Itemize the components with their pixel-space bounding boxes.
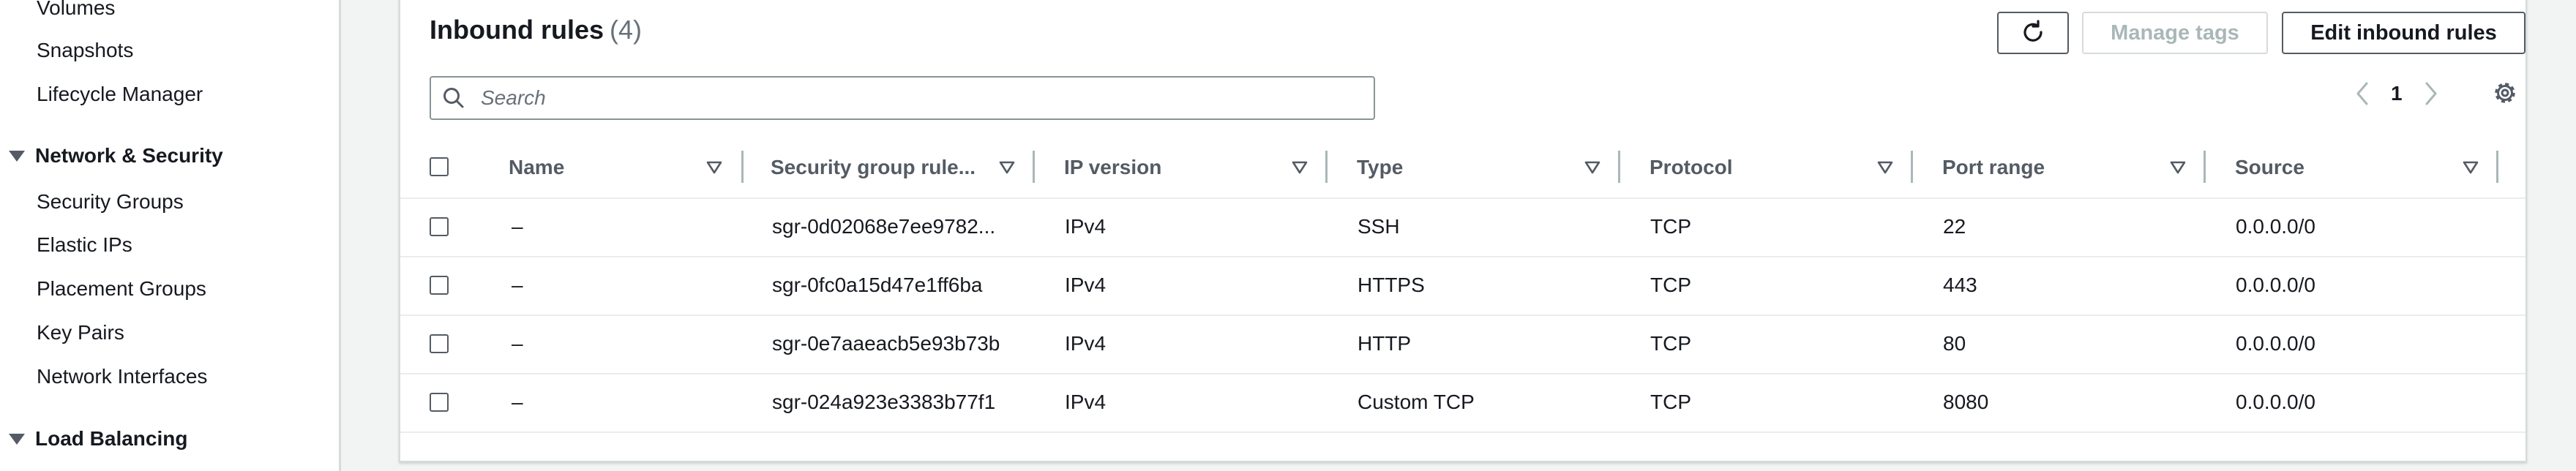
- inbound-rules-panel: Inbound rules (4) Manage tags Edit inboun…: [399, 0, 2527, 462]
- cell-source: 0.0.0.0/0: [2236, 215, 2315, 238]
- edit-inbound-rules-button[interactable]: Edit inbound rules: [2282, 12, 2526, 54]
- caret-down-icon: [9, 433, 25, 445]
- sidebar: Volumes Snapshots Lifecycle Manager Netw…: [0, 0, 341, 471]
- sort-icon[interactable]: [999, 159, 1015, 176]
- cell-rule-id: sgr-0e7aaeacb5e93b73b: [772, 332, 1000, 355]
- sidebar-section-label: Network & Security: [35, 144, 223, 167]
- sidebar-section-label: Load Balancing: [35, 427, 188, 450]
- cell-port-range: 80: [1943, 332, 1966, 355]
- cell-type: HTTPS: [1358, 274, 1425, 296]
- sidebar-item-placement-groups[interactable]: Placement Groups: [37, 276, 206, 301]
- sort-icon[interactable]: [706, 159, 722, 176]
- manage-tags-button[interactable]: Manage tags: [2082, 12, 2268, 54]
- cell-protocol: TCP: [1650, 391, 1691, 413]
- sidebar-item-network-interfaces[interactable]: Network Interfaces: [37, 364, 207, 389]
- table-row[interactable]: – sgr-024a923e3383b77f1 IPv4 Custom TCP …: [400, 373, 2526, 433]
- sort-icon[interactable]: [1292, 159, 1308, 176]
- cell-name: –: [512, 391, 523, 413]
- column-divider[interactable]: [1911, 151, 1913, 183]
- cell-source: 0.0.0.0/0: [2236, 391, 2315, 413]
- search-input[interactable]: [479, 86, 1360, 110]
- select-all-checkbox[interactable]: [430, 157, 449, 176]
- column-divider[interactable]: [741, 151, 744, 183]
- sidebar-item-lifecycle-manager[interactable]: Lifecycle Manager: [37, 82, 203, 107]
- table-header: Name Security group rule... IP version T…: [400, 137, 2526, 199]
- column-divider[interactable]: [2204, 151, 2206, 183]
- sidebar-item-key-pairs[interactable]: Key Pairs: [37, 320, 124, 345]
- cell-name: –: [512, 332, 523, 355]
- column-divider[interactable]: [1618, 151, 1620, 183]
- search-field[interactable]: [430, 76, 1375, 120]
- column-header-protocol[interactable]: Protocol: [1650, 137, 1733, 197]
- sidebar-item-elastic-ips[interactable]: Elastic IPs: [37, 233, 132, 257]
- column-header-source[interactable]: Source: [2235, 137, 2304, 197]
- cell-protocol: TCP: [1650, 274, 1691, 296]
- column-divider[interactable]: [2496, 151, 2498, 183]
- panel-title-text: Inbound rules: [430, 15, 604, 45]
- cell-protocol: TCP: [1650, 215, 1691, 238]
- row-checkbox[interactable]: [430, 334, 449, 353]
- cell-type: SSH: [1358, 215, 1400, 238]
- sidebar-item-security-groups[interactable]: Security Groups: [37, 189, 184, 214]
- table-row[interactable]: – sgr-0fc0a15d47e1ff6ba IPv4 HTTPS TCP 4…: [400, 256, 2526, 316]
- chevron-right-icon[interactable]: [2423, 81, 2439, 106]
- refresh-button[interactable]: [1997, 12, 2069, 54]
- cell-protocol: TCP: [1650, 332, 1691, 355]
- cell-type: HTTP: [1358, 332, 1412, 355]
- column-divider[interactable]: [1325, 151, 1328, 183]
- cell-ip-version: IPv4: [1065, 274, 1107, 296]
- cell-ip-version: IPv4: [1065, 332, 1107, 355]
- column-header-name[interactable]: Name: [509, 137, 564, 197]
- cell-type: Custom TCP: [1358, 391, 1475, 413]
- column-header-ip-version[interactable]: IP version: [1064, 137, 1161, 197]
- sort-icon[interactable]: [1877, 159, 1893, 176]
- cell-rule-id: sgr-0d02068e7ee9782...: [772, 215, 996, 238]
- chevron-left-icon[interactable]: [2354, 81, 2370, 106]
- panel-title: Inbound rules (4): [430, 15, 642, 45]
- sidebar-section-load-balancing[interactable]: Load Balancing: [9, 426, 187, 451]
- cell-source: 0.0.0.0/0: [2236, 332, 2315, 355]
- cell-port-range: 8080: [1943, 391, 1989, 413]
- sidebar-section-network-security[interactable]: Network & Security: [9, 143, 223, 168]
- cell-source: 0.0.0.0/0: [2236, 274, 2315, 296]
- sidebar-item-snapshots[interactable]: Snapshots: [37, 38, 133, 63]
- column-header-port-range[interactable]: Port range: [1942, 137, 2045, 197]
- sidebar-item-volumes[interactable]: Volumes: [37, 0, 115, 20]
- row-checkbox[interactable]: [430, 276, 449, 295]
- column-header-type[interactable]: Type: [1357, 137, 1403, 197]
- cell-ip-version: IPv4: [1065, 215, 1107, 238]
- pagination: 1: [2354, 79, 2439, 108]
- table-row[interactable]: – sgr-0d02068e7ee9782... IPv4 SSH TCP 22…: [400, 197, 2526, 257]
- column-divider[interactable]: [1033, 151, 1035, 183]
- cell-port-range: 22: [1943, 215, 1966, 238]
- row-checkbox[interactable]: [430, 393, 449, 412]
- row-checkbox[interactable]: [430, 217, 449, 236]
- current-page[interactable]: 1: [2391, 82, 2403, 105]
- cell-name: –: [512, 215, 523, 238]
- cell-rule-id: sgr-0fc0a15d47e1ff6ba: [772, 274, 983, 296]
- sort-icon[interactable]: [1584, 159, 1600, 176]
- table-row[interactable]: – sgr-0e7aaeacb5e93b73b IPv4 HTTP TCP 80…: [400, 314, 2526, 374]
- column-header-rule-id[interactable]: Security group rule...: [771, 137, 976, 197]
- gear-icon[interactable]: [2490, 78, 2520, 108]
- cell-ip-version: IPv4: [1065, 391, 1107, 413]
- cell-port-range: 443: [1943, 274, 1977, 296]
- rule-count: (4): [610, 15, 642, 45]
- refresh-icon: [2023, 20, 2043, 42]
- sort-icon[interactable]: [2463, 159, 2479, 176]
- cell-name: –: [512, 274, 523, 296]
- search-icon: [443, 88, 464, 108]
- caret-down-icon: [9, 150, 25, 162]
- cell-rule-id: sgr-024a923e3383b77f1: [772, 391, 996, 413]
- sort-icon[interactable]: [2170, 159, 2186, 176]
